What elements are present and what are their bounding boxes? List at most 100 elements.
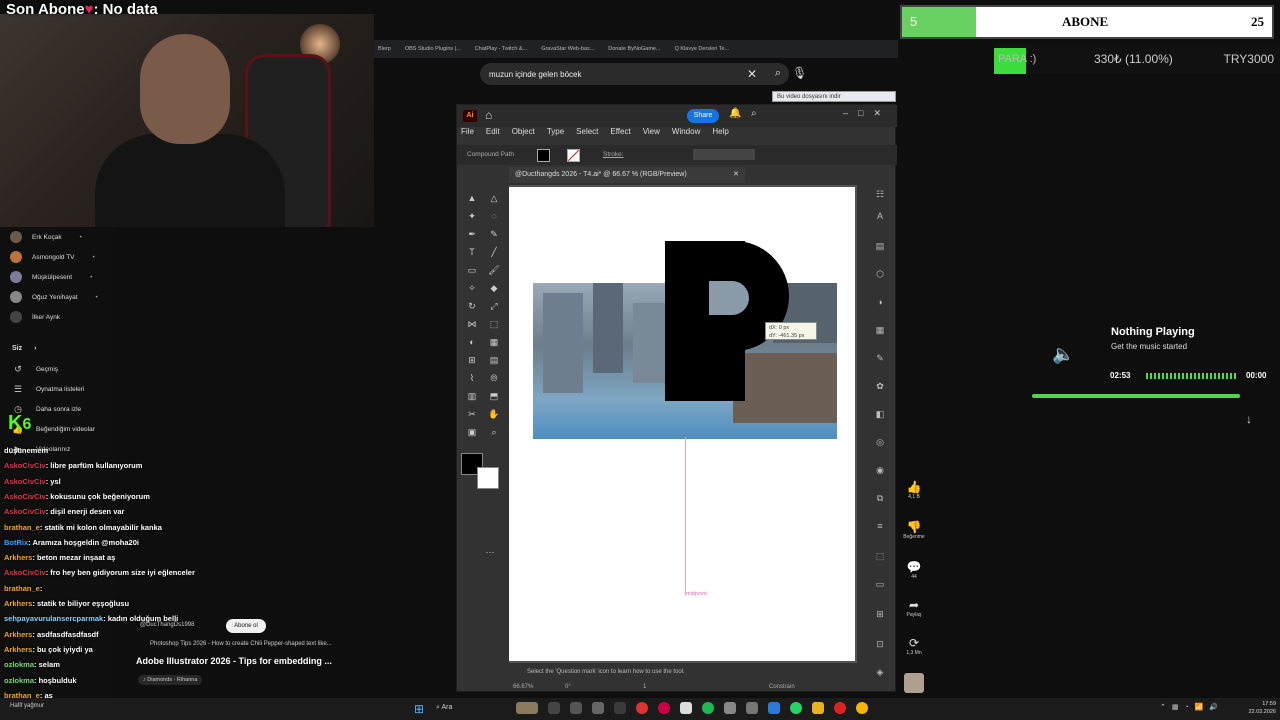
- app-icon[interactable]: [746, 702, 758, 714]
- chat-username[interactable]: Arkhers: [4, 630, 32, 639]
- appearance-icon[interactable]: ◉: [873, 465, 887, 479]
- widget-app-icon[interactable]: [516, 702, 538, 714]
- symbols-icon[interactable]: ✿: [873, 381, 887, 395]
- libraries-icon[interactable]: ▤: [873, 241, 887, 255]
- file-explorer-icon[interactable]: [812, 702, 824, 714]
- rectangle-tool-icon[interactable]: ▭: [465, 263, 479, 277]
- taskbar-search[interactable]: ⌕ Ara: [436, 704, 452, 712]
- opera-icon[interactable]: [834, 702, 846, 714]
- menu-type[interactable]: Type: [547, 127, 564, 143]
- menu-edit[interactable]: Edit: [486, 127, 500, 143]
- graphic-styles-icon[interactable]: ◧: [873, 409, 887, 423]
- fill-swatch[interactable]: [537, 149, 550, 162]
- links-icon[interactable]: ⊞: [873, 609, 887, 623]
- remix-button[interactable]: ⟳ 1,3 Mn: [899, 636, 929, 656]
- width-tool-icon[interactable]: ⋈: [465, 317, 479, 331]
- close-icon[interactable]: ✕: [747, 67, 757, 81]
- type-tool-icon[interactable]: T: [465, 245, 479, 259]
- video-title[interactable]: Adobe Illustrator 2026 - Tips for embedd…: [136, 656, 332, 666]
- bookmark[interactable]: Q Klavye Dersleri Te...: [675, 46, 730, 52]
- brushes-icon[interactable]: ✎: [873, 353, 887, 367]
- chat-username[interactable]: AskoCivCiv: [4, 568, 46, 577]
- chat-username[interactable]: sehpayavurulansercparmak: [4, 614, 103, 623]
- eyedropper-icon[interactable]: ⌇: [465, 371, 479, 385]
- scale-tool-icon[interactable]: ⤢: [487, 299, 501, 313]
- comments-button[interactable]: 💬 44: [899, 560, 929, 580]
- layers-icon[interactable]: ◈: [873, 667, 887, 681]
- related-video-title[interactable]: Photoshop Tips 2026 - How to create Chil…: [150, 641, 332, 647]
- chat-username[interactable]: AskoCivCiv: [4, 477, 46, 486]
- stroke-swatch[interactable]: [567, 149, 580, 162]
- stroke-color-swatch[interactable]: [477, 467, 499, 489]
- whatsapp-icon[interactable]: [790, 702, 802, 714]
- chat-username[interactable]: AskoCivCiv: [4, 461, 46, 470]
- gradient-tool-icon[interactable]: ▤: [487, 353, 501, 367]
- search-icon[interactable]: ⌕: [775, 67, 781, 80]
- search-icon[interactable]: ⌕: [751, 108, 757, 119]
- zoom-tool-icon[interactable]: ⌕: [487, 425, 501, 439]
- window-controls[interactable]: –□✕: [843, 108, 891, 119]
- properties-icon[interactable]: ☷: [873, 189, 887, 203]
- chat-username[interactable]: Arkhers: [4, 599, 32, 608]
- artboard-number[interactable]: 1: [643, 681, 646, 693]
- bookmark[interactable]: OBS Studio Plugins |...: [405, 46, 461, 52]
- bookmark[interactable]: ChatPlay - Twitch &...: [475, 46, 527, 52]
- subscription-item[interactable]: Müşkülpesent •: [10, 271, 92, 283]
- more-tools-icon[interactable]: ⋯: [483, 545, 497, 559]
- close-icon[interactable]: ✕: [733, 167, 739, 183]
- weather-widget[interactable]: Hafif yağmur: [10, 703, 44, 709]
- download-banner[interactable]: Bu video dosyasını indir: [772, 91, 896, 102]
- bookmark[interactable]: Donate ByNoGame...: [608, 46, 660, 52]
- bookmark[interactable]: Blerp: [378, 46, 391, 52]
- rotation-angle[interactable]: 0°: [565, 681, 571, 693]
- chrome-icon[interactable]: [856, 702, 868, 714]
- share-button[interactable]: ➦ Paylaş: [899, 598, 929, 618]
- slice-tool-icon[interactable]: ✂: [465, 407, 479, 421]
- mesh-tool-icon[interactable]: ⊞: [465, 353, 479, 367]
- artboards-icon[interactable]: ⊡: [873, 639, 887, 653]
- bell-icon[interactable]: 🔔: [729, 108, 741, 119]
- artboard[interactable]: midpoint dX: 0 px dY: -461.35 px: [509, 187, 855, 661]
- print-tiling-icon[interactable]: ▣: [465, 425, 479, 439]
- app-icon[interactable]: [570, 702, 582, 714]
- menu-effect[interactable]: Effect: [610, 127, 630, 143]
- shape-builder-icon[interactable]: ◐: [465, 335, 479, 349]
- system-tray[interactable]: ⌃▦◔📶🔊: [1160, 703, 1224, 711]
- chat-username[interactable]: ozlokma: [4, 660, 34, 669]
- chat-username[interactable]: AskoCivCiv: [4, 492, 46, 501]
- app-icon[interactable]: [724, 702, 736, 714]
- subscribe-button[interactable]: Abone ol: [226, 619, 266, 633]
- canvas-area[interactable]: midpoint dX: 0 px dY: -461.35 px: [509, 185, 857, 663]
- rotate-tool-icon[interactable]: ↻: [465, 299, 479, 313]
- free-transform-icon[interactable]: ⬚: [487, 317, 501, 331]
- dislike-button[interactable]: 👎 Beğenme: [899, 520, 929, 540]
- paintbrush-icon[interactable]: 🖌: [487, 263, 501, 277]
- channel-handle[interactable]: @DucThangDs1998: [140, 622, 194, 628]
- app-icon[interactable]: [680, 702, 692, 714]
- home-icon[interactable]: ⌂: [485, 108, 492, 122]
- app-icon[interactable]: [592, 702, 604, 714]
- chat-username[interactable]: Arkhers: [4, 645, 32, 654]
- graph-tool-icon[interactable]: ▥: [465, 389, 479, 403]
- color-icon[interactable]: ◑: [873, 297, 887, 311]
- you-section[interactable]: Siz ›: [12, 345, 36, 352]
- stroke-label[interactable]: Stroke:: [603, 151, 624, 158]
- nav-playlists[interactable]: ☰ Oynatma listeleri: [12, 384, 84, 395]
- eraser-icon[interactable]: ◆: [487, 281, 501, 295]
- app-icon[interactable]: [636, 702, 648, 714]
- pen-tool-icon[interactable]: ✒: [465, 227, 479, 241]
- shaper-tool-icon[interactable]: ✧: [465, 281, 479, 295]
- lasso-icon[interactable]: ◌: [487, 209, 501, 223]
- menu-select[interactable]: Select: [576, 127, 598, 143]
- subscription-item[interactable]: İlker Aynk: [10, 311, 60, 323]
- menu-file[interactable]: File: [461, 127, 474, 143]
- windows-start-icon[interactable]: ⊞: [414, 702, 424, 716]
- bookmark[interactable]: GravaStar Web-bas...: [541, 46, 594, 52]
- direct-selection-tool-icon[interactable]: △: [487, 191, 501, 205]
- zoom-level[interactable]: 66.67%: [513, 681, 533, 693]
- chat-username[interactable]: brathan_e: [4, 523, 40, 532]
- search-input[interactable]: muzun içinde gelen böcek ✕ ⌕: [480, 63, 789, 85]
- sound-thumbnail[interactable]: [904, 673, 924, 693]
- 3d-icon[interactable]: ⬡: [873, 269, 887, 283]
- line-tool-icon[interactable]: ╱: [487, 245, 501, 259]
